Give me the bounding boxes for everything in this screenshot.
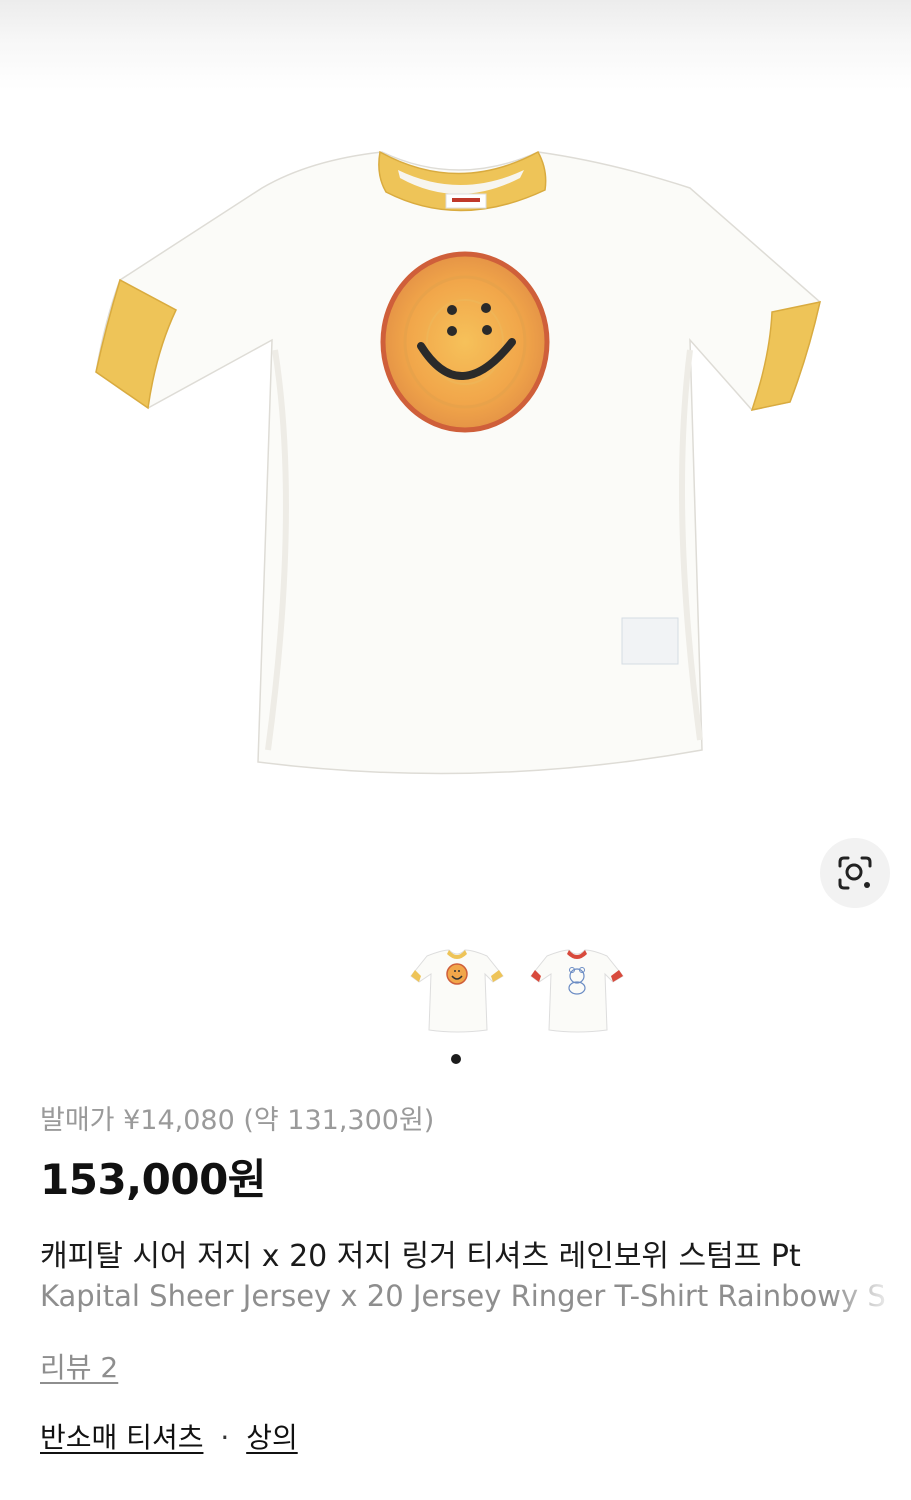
tshirt-image: [95, 150, 821, 775]
category-link-short-sleeve[interactable]: 반소매 티셔츠: [40, 1421, 203, 1454]
product-price: 153,000원: [40, 1155, 266, 1204]
product-name-english-text: Kapital Sheer Jersey x 20 Jersey Ringer …: [40, 1279, 886, 1313]
release-price: 발매가 ¥14,080 (약 131,300원): [40, 1105, 435, 1136]
product-image[interactable]: [0, 90, 911, 920]
thumbnail-2[interactable]: [527, 940, 627, 1040]
visual-search-icon: [838, 856, 872, 890]
category-link-tops[interactable]: 상의: [246, 1421, 298, 1454]
carousel-dot-active: [451, 1054, 461, 1064]
thumbnail-1[interactable]: [407, 940, 507, 1040]
visual-search-button[interactable]: [820, 838, 890, 908]
top-gradient: [0, 0, 911, 90]
category-separator: ·: [220, 1421, 230, 1454]
category-breadcrumb: 반소매 티셔츠 · 상의: [40, 1416, 298, 1456]
tshirt-thumbnail-red: [530, 949, 624, 1033]
review-link[interactable]: 리뷰 2: [40, 1346, 118, 1386]
product-name-korean: 캐피탈 시어 저지 x 20 저지 링거 티셔츠 레인보위 스텀프 Pt: [40, 1231, 911, 1275]
thumbnail-strip: [0, 940, 911, 1040]
carousel-indicator: [0, 1054, 911, 1066]
product-name-english: Kapital Sheer Jersey x 20 Jersey Ringer …: [40, 1279, 911, 1323]
product-name-korean-text: 캐피탈 시어 저지 x 20 저지 링거 티셔츠 레인보위 스텀프 Pt: [40, 1239, 801, 1274]
tshirt-thumbnail-yellow: [410, 949, 504, 1033]
